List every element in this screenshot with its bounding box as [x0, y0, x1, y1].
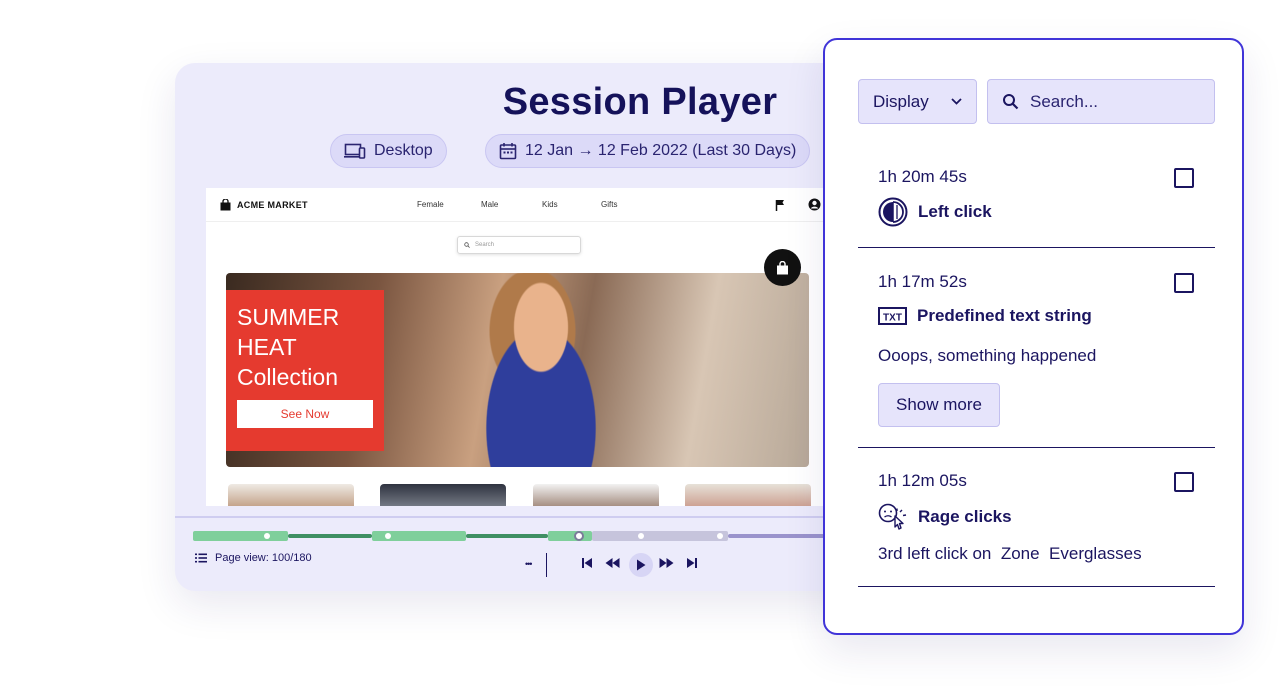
shopping-bag-icon [220, 199, 231, 211]
nav-female[interactable]: Female [417, 200, 444, 209]
product-thumbnail[interactable] [228, 484, 354, 506]
event-type-label: Left click [918, 202, 992, 221]
timeline-event-marker[interactable] [638, 533, 644, 539]
events-search-placeholder: Search... [1030, 91, 1099, 111]
play-button[interactable] [629, 553, 653, 577]
timeline-event-marker[interactable] [264, 533, 270, 539]
site-logo[interactable]: ACME MARKET [220, 199, 308, 211]
timeline-event-marker[interactable] [717, 533, 723, 539]
site-search-placeholder: Search [475, 242, 495, 248]
controls-separator [546, 553, 547, 577]
nav-kids[interactable]: Kids [542, 200, 558, 209]
nav-male[interactable]: Male [481, 200, 498, 209]
event-time: 1h 20m 45s [878, 167, 967, 186]
event-description: Ooops, something happened [878, 346, 1097, 365]
event-type: Left click [878, 197, 992, 227]
event-type-label: Rage clicks [918, 507, 1012, 526]
event-time: 1h 12m 05s [878, 471, 967, 490]
device-selector[interactable]: Desktop [330, 134, 447, 168]
timeline-playhead[interactable] [574, 531, 584, 541]
more-options-button[interactable]: ••• [525, 559, 533, 569]
display-dropdown[interactable]: Display [858, 79, 977, 124]
session-player-card: Session Player Desktop 12 Jan → 12 Feb 2… [175, 63, 865, 591]
site-logo-text: ACME MARKET [237, 200, 308, 210]
calendar-icon [499, 143, 517, 160]
txt-icon: TXT [878, 307, 907, 325]
product-thumbnail[interactable] [380, 484, 506, 506]
shopping-bag-icon [777, 260, 788, 274]
event-checkbox[interactable] [1174, 168, 1194, 188]
event-divider [858, 586, 1215, 587]
skip-to-start-icon[interactable] [581, 557, 593, 569]
promo-box: SUMMER HEAT Collection See Now [226, 290, 384, 451]
search-icon [464, 242, 470, 248]
event-checkbox[interactable] [1174, 472, 1194, 492]
timeline-segment [193, 531, 288, 541]
play-icon [637, 559, 646, 571]
site-search-input[interactable]: Search [457, 236, 581, 254]
timeline-event-marker[interactable] [385, 533, 391, 539]
event-type: Rage clicks [878, 502, 1012, 532]
product-thumbnail[interactable] [685, 484, 811, 506]
flag-icon[interactable] [775, 199, 785, 211]
nav-gifts[interactable]: Gifts [601, 200, 617, 209]
event-item[interactable]: 1h 12m 05s Rage clicks 3rd left click on… [858, 465, 1215, 589]
event-time: 1h 17m 52s [878, 272, 967, 291]
date-range-selector[interactable]: 12 Jan → 12 Feb 2022 (Last 30 Days) [485, 134, 811, 168]
show-more-button[interactable]: Show more [878, 383, 1000, 427]
timeline-segment [288, 534, 372, 538]
timeline-divider [175, 516, 865, 518]
event-divider [858, 447, 1215, 448]
left-click-icon [878, 197, 908, 227]
rewind-icon[interactable] [605, 557, 620, 569]
cart-button[interactable] [764, 249, 801, 286]
event-type-label: Predefined text string [917, 306, 1092, 325]
desktop-icon [344, 143, 366, 159]
timeline-segment [466, 534, 548, 538]
list-icon [195, 553, 207, 563]
event-description: 3rd left click on Zone Everglasses [878, 544, 1142, 563]
fast-forward-icon[interactable] [659, 557, 674, 569]
date-range-label: 12 Jan → 12 Feb 2022 (Last 30 Days) [525, 142, 797, 159]
event-item[interactable]: 1h 20m 45s Left click [858, 161, 1215, 249]
svg-text:TXT: TXT [883, 313, 902, 324]
search-icon [1003, 94, 1019, 110]
events-panel: Display Search... 1h 20m 45s Left click [823, 38, 1244, 635]
display-dropdown-label: Display [873, 91, 929, 111]
events-search-input[interactable]: Search... [987, 79, 1215, 124]
rage-click-icon [878, 503, 907, 530]
hero-model [456, 273, 626, 467]
event-type: TXT Predefined text string [878, 306, 1092, 326]
account-icon[interactable] [808, 198, 821, 211]
event-checkbox[interactable] [1174, 273, 1194, 293]
session-replay-viewport: ACME MARKET Female Male Kids Gifts Searc… [206, 188, 846, 506]
page-title: Session Player [502, 81, 778, 123]
promo-headline: SUMMER HEAT Collection [237, 304, 340, 390]
event-divider [858, 247, 1215, 248]
skip-to-end-icon[interactable] [686, 557, 698, 569]
product-thumbnail[interactable] [533, 484, 659, 506]
page-view-counter[interactable]: Page view: 100/180 [195, 552, 312, 564]
timeline-segment [548, 531, 592, 541]
event-item[interactable]: 1h 17m 52s TXT Predefined text string Oo… [858, 266, 1215, 448]
page-view-label: Page view: 100/180 [215, 552, 312, 564]
site-navbar: ACME MARKET Female Male Kids Gifts [206, 188, 846, 222]
timeline-segment [592, 531, 728, 541]
chevron-down-icon [951, 98, 962, 105]
device-label: Desktop [374, 142, 433, 159]
see-now-button[interactable]: See Now [237, 400, 373, 428]
